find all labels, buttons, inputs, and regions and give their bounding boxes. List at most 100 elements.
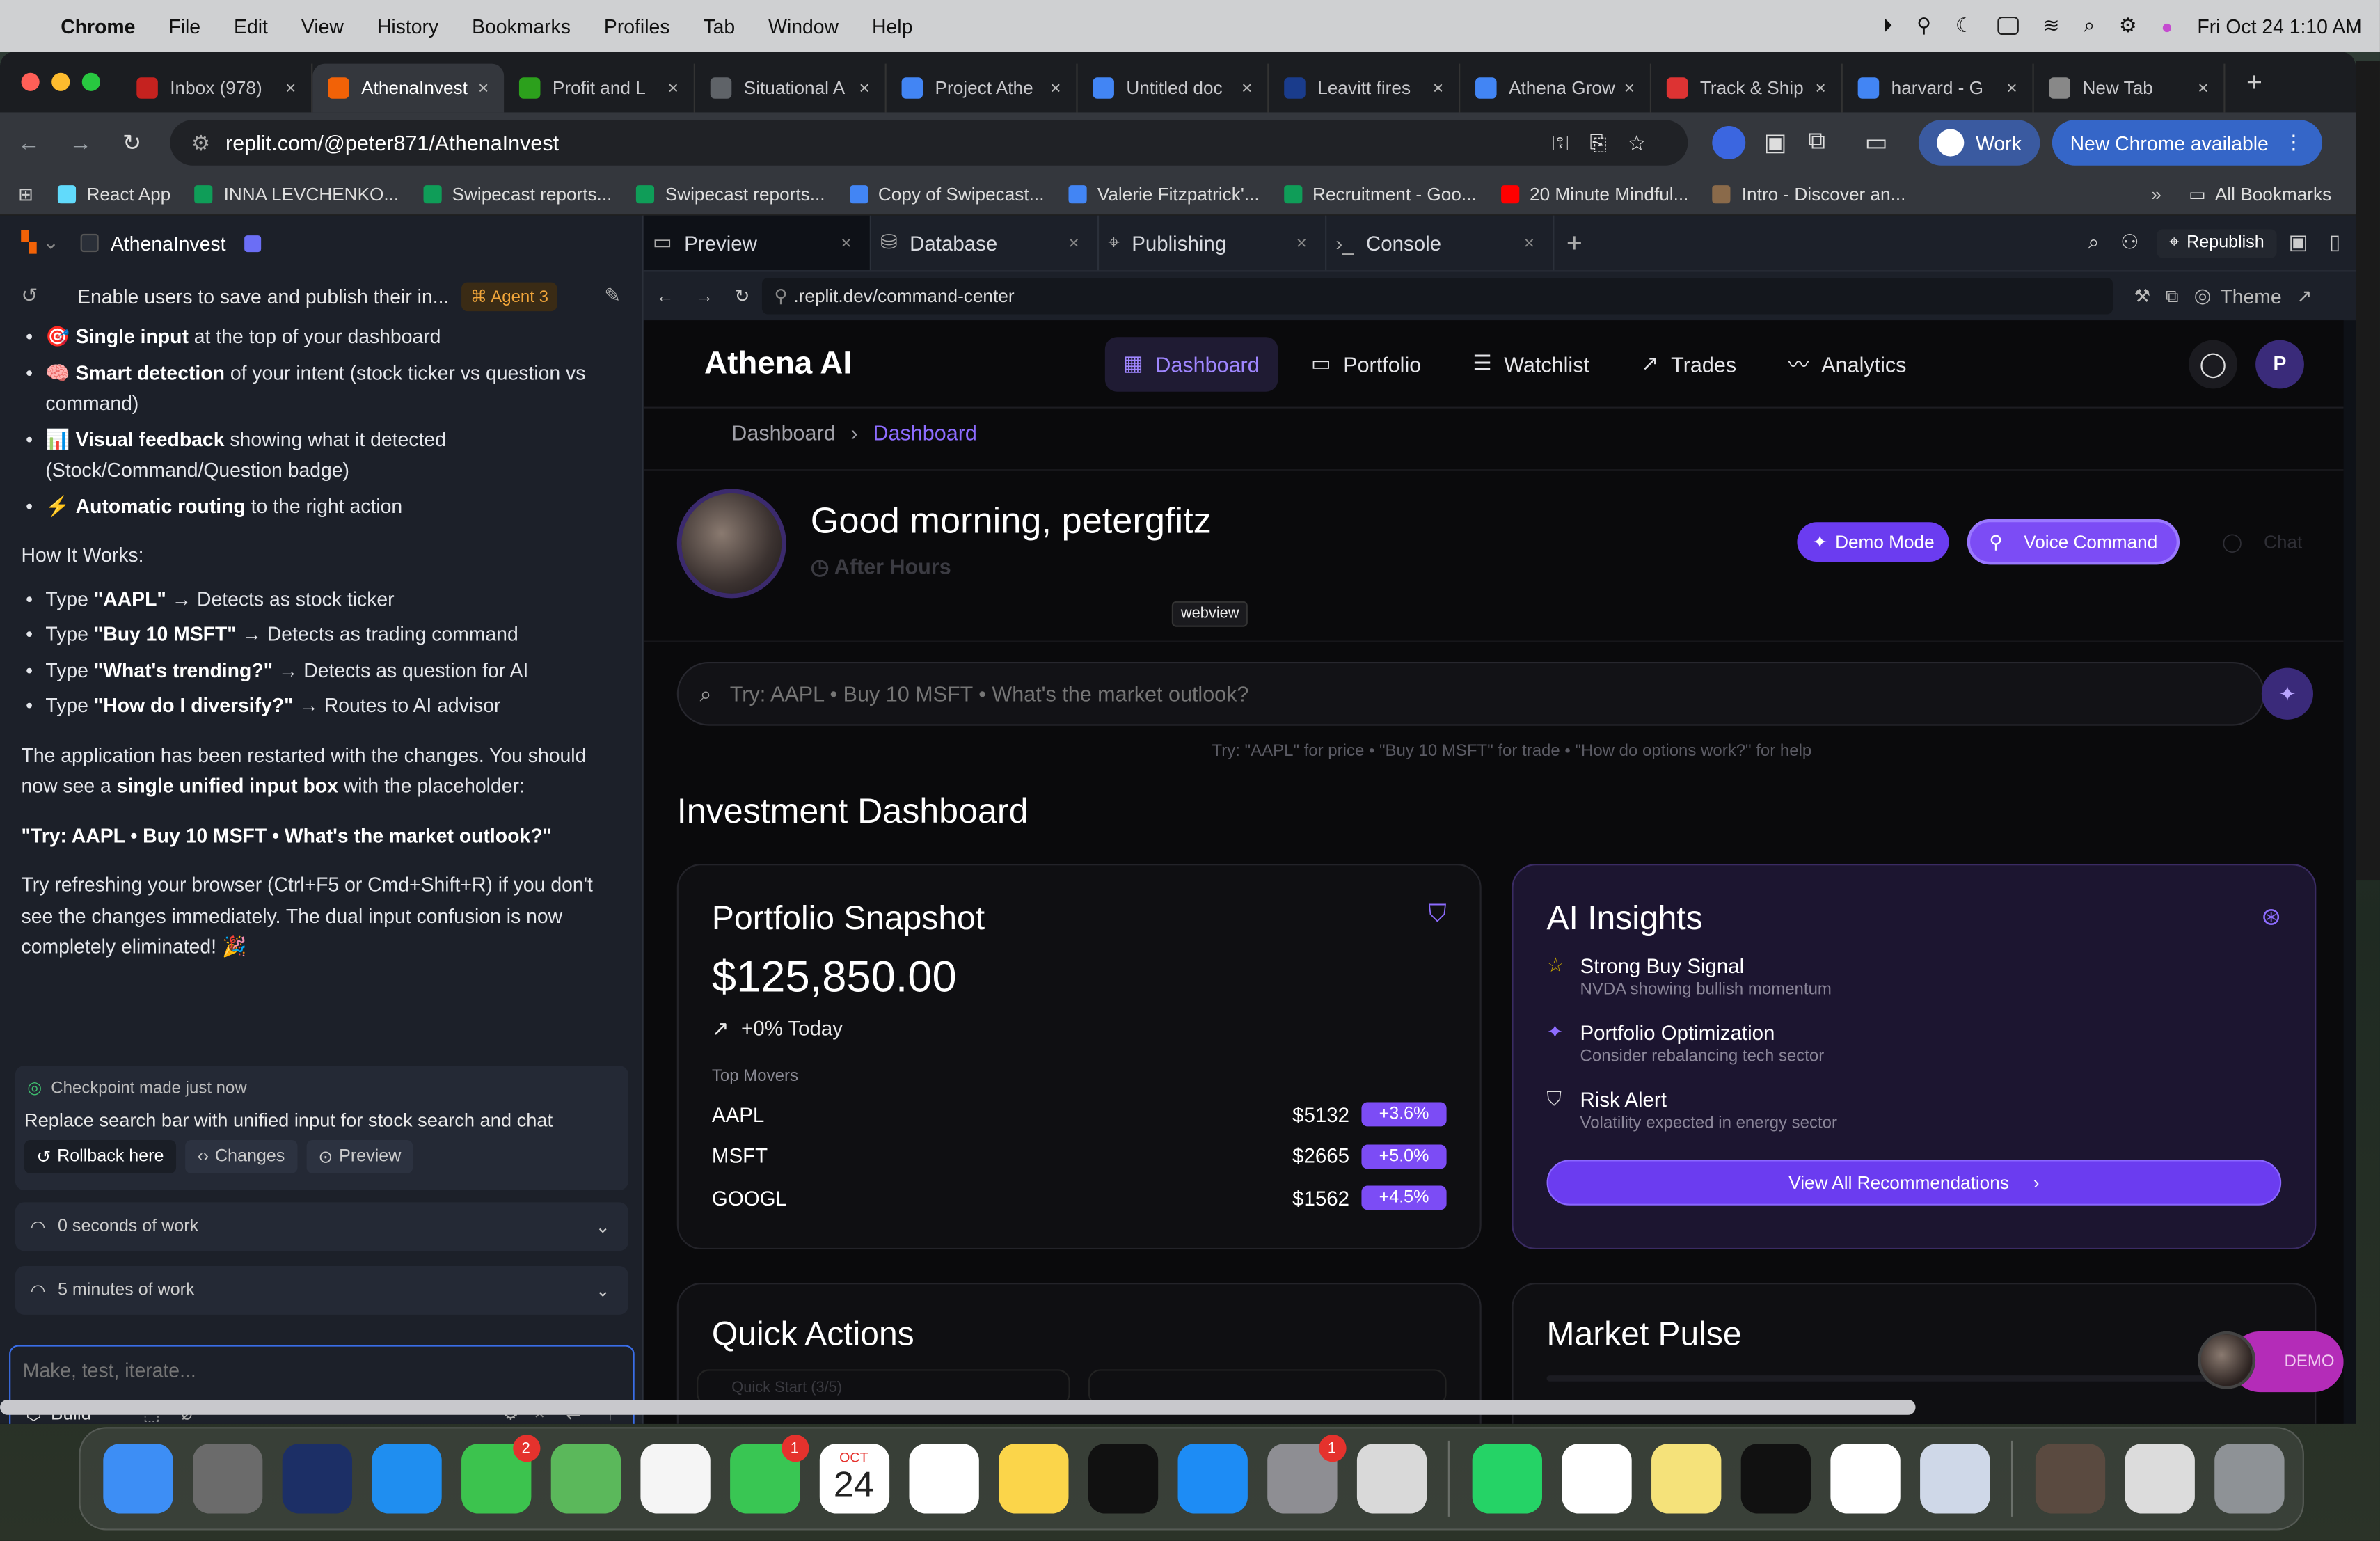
chat-bubble-icon[interactable]: ◯ [2189,339,2237,388]
rollback-button[interactable]: ↺ Rollback here [24,1140,176,1173]
close-tab-icon[interactable]: × [1433,77,1443,99]
close-tab-icon[interactable]: × [1624,77,1635,99]
browser-tab[interactable]: Situational A × [695,63,887,113]
close-tab-icon[interactable]: × [1296,232,1307,254]
dock-photos-icon[interactable] [640,1444,710,1514]
sidepanel-icon[interactable]: ▭ [1865,127,1888,158]
dock-appstore-icon[interactable] [1177,1444,1247,1514]
republish-button[interactable]: ⌖ Republish [2157,228,2277,258]
voice-command-button[interactable]: ⚲ Voice Command [1967,519,2180,565]
menu-app-name[interactable]: Chrome [61,15,135,38]
tab-console[interactable]: ›_ Console × [1326,215,1555,271]
back-icon[interactable]: ← [656,285,674,307]
dock-chrome-icon[interactable] [1830,1444,1900,1514]
dock-recent-photo-icon[interactable] [2034,1444,2105,1514]
tab-preview[interactable]: ▭ Preview × [643,215,871,271]
bookmark[interactable]: 20 Minute Mindful... [1500,183,1688,204]
browser-tab[interactable]: Project Athe × [887,63,1078,113]
site-info-icon[interactable]: ⚙ [191,129,210,155]
dock-spotify-icon[interactable] [1740,1444,1810,1514]
demo-mode-button[interactable]: ✦ Demo Mode [1797,522,1950,562]
devtools-icon[interactable]: ⚒ [2134,285,2150,307]
close-tab-icon[interactable]: × [859,77,869,99]
menu-bookmarks[interactable]: Bookmarks [472,15,571,38]
close-tab-icon[interactable]: × [668,77,679,99]
work-summary-1[interactable]: ◠ 0 seconds of work ⌄ [15,1202,628,1251]
bookmark[interactable]: INNA LEVCHENKO... [195,183,399,204]
dock-launchpad-icon[interactable] [191,1444,262,1514]
wifi-icon[interactable]: ≋ [2043,14,2060,38]
reload-icon[interactable]: ↻ [109,129,154,157]
bookmark[interactable]: Copy of Swipecast... [849,183,1044,204]
bookmark[interactable]: Swipecast reports... [636,183,825,204]
browser-tab[interactable]: Untitled doc × [1078,63,1269,113]
insight-item[interactable]: ☆ Strong Buy Signal NVDA showing bullish m… [1547,954,2276,999]
forward-icon[interactable]: → [695,285,713,307]
nav-analytics[interactable]: 〰 Analytics [1770,336,1925,391]
chat-button[interactable]: ◯ Chat [2222,531,2302,553]
back-icon[interactable]: ← [6,129,51,155]
layout-icon[interactable]: ▣ [2289,231,2308,255]
dock-facetime-icon[interactable]: 1 [729,1435,809,1514]
thread-title[interactable]: Enable users to save and publish their i… [77,285,449,308]
browser-tab[interactable]: Athena Grow × [1460,63,1652,113]
close-tab-icon[interactable]: × [1050,77,1061,99]
app-logo[interactable]: Athena AI [704,345,1105,381]
menu-window[interactable]: Window [768,15,839,38]
browser-tab[interactable]: New Tab × [2034,63,2226,113]
menu-view[interactable]: View [301,15,344,38]
dock-reminders-icon[interactable] [908,1444,978,1514]
dock-iphone-mirroring-icon[interactable] [1356,1444,1427,1514]
vertical-scrollbar[interactable] [2356,61,2380,881]
profile-button[interactable]: Work [1918,120,2040,166]
close-tab-icon[interactable]: × [478,77,489,99]
close-tab-icon[interactable]: × [1524,232,1534,254]
nav-trades[interactable]: ↗ Trades [1623,336,1754,391]
bookmarks-overflow-icon[interactable]: » [2151,183,2161,205]
browser-tab[interactable]: harvard - G × [1843,63,2034,113]
moon-icon[interactable]: ☾ [1955,14,1973,38]
dock-appletv-icon[interactable] [1087,1444,1158,1514]
breadcrumb-root[interactable]: Dashboard [731,420,835,445]
bookmark[interactable]: Recruitment - Goo... [1283,183,1477,204]
browser-tab[interactable]: Track & Ship × [1651,63,1843,113]
bookmark[interactable]: Swipecast reports... [423,183,612,204]
close-tab-icon[interactable]: × [1241,77,1252,99]
browser-tab[interactable]: Inbox (978) × [121,63,313,113]
assistant-avatar[interactable] [2198,1331,2256,1389]
close-tab-icon[interactable]: × [1816,77,1826,99]
dock-settings-icon[interactable]: 1 [1267,1435,1346,1514]
invite-icon[interactable]: ⚇ [2120,231,2139,255]
extension-icon[interactable]: ▣ [1763,127,1786,158]
reload-icon[interactable]: ↻ [735,285,750,307]
dock-stickies-icon[interactable] [1650,1444,1721,1514]
all-bookmarks[interactable]: ▭ All Bookmarks [2189,183,2331,205]
datetime[interactable]: Fri Oct 24 1:10 AM [2197,15,2361,38]
theme-button[interactable]: ◎ Theme [2194,284,2282,308]
chevron-down-icon[interactable]: ⌄ [596,1280,610,1301]
mover-row[interactable]: AAPL $5132 +3.6% [712,1099,1447,1130]
zoom-window-button[interactable] [81,72,100,91]
dock-maps-icon[interactable] [550,1444,620,1514]
search-icon[interactable]: ⌕ [2088,231,2099,255]
dock-pilot-icon[interactable] [281,1444,351,1514]
history-icon[interactable]: ↺ [22,284,38,308]
chevron-down-icon[interactable]: ⌄ [596,1216,610,1237]
split-view-icon[interactable]: ▯ [2329,231,2340,255]
bookmark[interactable]: Valerie Fitzpatrick'... [1068,183,1260,204]
avatar[interactable] [676,489,786,599]
webview-url[interactable]: .replit.dev/command-center [793,285,1014,307]
chrome-update-button[interactable]: New Chrome available ⋮ [2052,120,2322,166]
new-chat-icon[interactable]: ✎ [604,284,621,308]
siri-icon[interactable]: ● [2161,15,2173,38]
more-menu-icon[interactable]: ⋮ [2284,131,2303,155]
devices-icon[interactable]: ⧉ [2166,285,2179,308]
open-external-icon[interactable]: ↗ [2296,285,2312,307]
close-tab-icon[interactable]: × [2006,77,2017,99]
menu-edit[interactable]: Edit [234,15,268,38]
dock-finder-icon[interactable] [102,1444,173,1514]
menu-history[interactable]: History [377,15,438,38]
search-icon[interactable]: ⌕ [2084,14,2095,38]
mover-row[interactable]: MSFT $2665 +5.0% [712,1141,1447,1171]
tab-publishing[interactable]: ⌖ Publishing × [1099,215,1327,271]
